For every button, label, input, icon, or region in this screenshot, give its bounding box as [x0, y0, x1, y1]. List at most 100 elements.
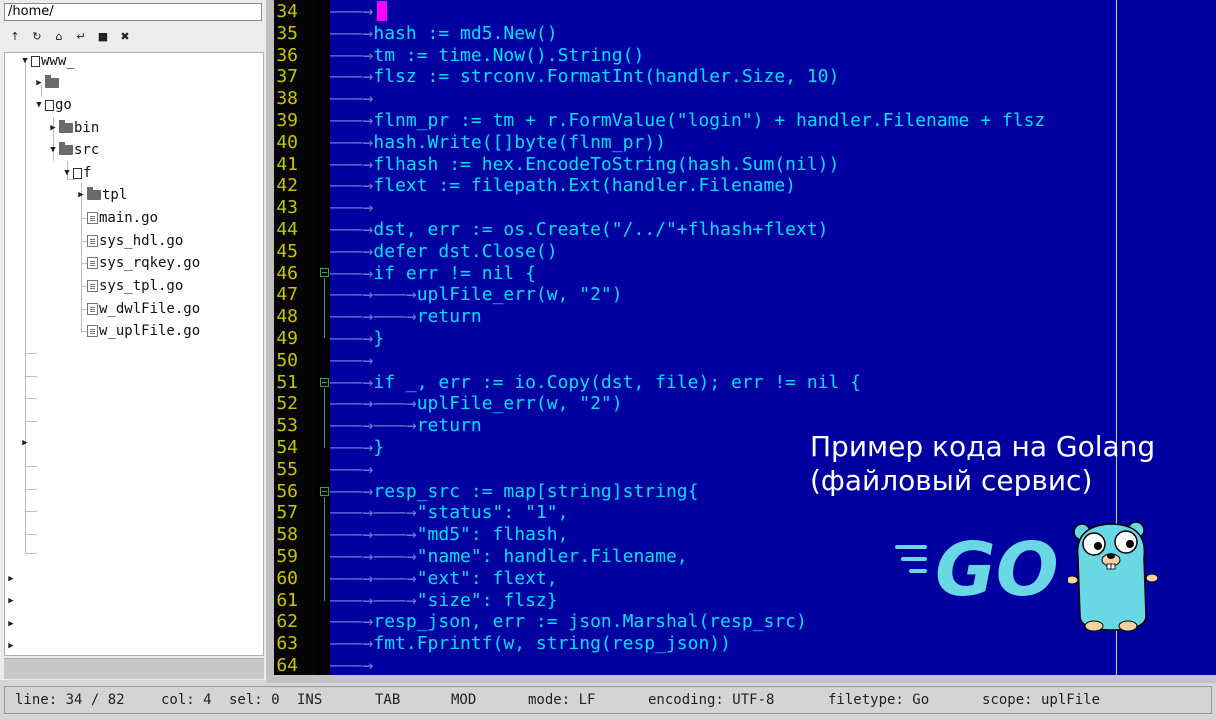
- line-number: 64: [276, 655, 298, 675]
- tree-node-bin[interactable]: ▶ bin: [47, 117, 99, 139]
- editor-scrollbar[interactable]: [266, 0, 274, 675]
- tree-node-collapsed[interactable]: ▶: [19, 432, 31, 454]
- tree-node-collapsed[interactable]: ▶: [5, 568, 17, 590]
- line-number: 63: [276, 633, 298, 655]
- code-line: ———→———→uplFile_err(w, "2"): [330, 393, 623, 415]
- code-line: ———→}: [330, 437, 384, 459]
- caption-line-1: Пример кода на Golang: [810, 430, 1156, 463]
- indent-guide: ———→: [330, 175, 374, 197]
- fold-toggle-icon[interactable]: [320, 378, 329, 387]
- caption-line-2: (файловый сервис): [810, 464, 1093, 497]
- collapsed-arrow-icon[interactable]: ▶: [5, 635, 17, 655]
- tree-file[interactable]: main.go: [87, 207, 158, 229]
- collapsed-arrow-icon[interactable]: ▶: [5, 590, 17, 612]
- code-text: return: [416, 306, 482, 328]
- folder-icon: [59, 142, 73, 155]
- line-number: 55: [276, 458, 298, 480]
- enter-icon[interactable]: ↵: [70, 26, 92, 46]
- folder-icon[interactable]: ■: [92, 26, 114, 46]
- expanded-arrow-icon[interactable]: ▼: [19, 53, 31, 72]
- line-number: 48: [276, 306, 298, 328]
- collapsed-arrow-icon[interactable]: ▶: [75, 184, 87, 206]
- line-number: 35: [276, 22, 298, 44]
- indent-guide: ———→———→: [330, 393, 417, 415]
- indent-guide: ———→: [330, 480, 374, 502]
- line-number: 37: [276, 66, 298, 88]
- line-number: 41: [276, 153, 298, 175]
- up-icon[interactable]: ↑: [4, 26, 26, 46]
- code-line: ———→———→"ext": flext,: [330, 568, 558, 590]
- code-text: "status": "1",: [416, 502, 569, 524]
- line-number: 58: [276, 524, 298, 546]
- line-number: 49: [276, 328, 298, 349]
- code-line: ———→fmt.Fprintf(w, string(resp_json)): [330, 633, 731, 655]
- status-encoding: encoding: UTF-8: [648, 692, 775, 708]
- tree-file-label: sys_hdl.go: [99, 233, 184, 249]
- refresh-icon[interactable]: ↻: [26, 26, 48, 46]
- close-icon[interactable]: ✖: [114, 26, 136, 46]
- code-text: "size": flsz}: [416, 589, 558, 611]
- home-icon[interactable]: ⌂: [48, 26, 70, 46]
- collapsed-arrow-icon[interactable]: ▶: [5, 613, 17, 635]
- collapsed-arrow-icon[interactable]: ▶: [47, 117, 59, 139]
- tree-node-collapsed[interactable]: ▶: [5, 635, 17, 655]
- expanded-arrow-icon[interactable]: ▼: [47, 139, 59, 161]
- tree-file-label: w_uplFile.go: [99, 323, 201, 339]
- tree-node-label: bin: [74, 120, 100, 136]
- expanded-arrow-icon[interactable]: ▼: [33, 94, 45, 116]
- tree-guide: [25, 376, 37, 377]
- status-mode: mode: LF: [528, 692, 596, 708]
- collapsed-arrow-icon[interactable]: ▶: [33, 72, 45, 94]
- line-number: 40: [276, 131, 298, 153]
- folder-icon: [59, 120, 73, 133]
- indent-guide: ———→: [330, 1, 374, 22]
- indent-guide: ———→: [330, 153, 374, 175]
- indent-guide: ———→: [330, 655, 374, 675]
- file-icon: [87, 235, 98, 247]
- fold-toggle-icon[interactable]: [320, 268, 329, 277]
- tree-file[interactable]: sys_hdl.go: [87, 230, 183, 252]
- tree-node-collapsed[interactable]: ▶: [5, 613, 17, 635]
- collapsed-arrow-icon[interactable]: ▶: [5, 568, 17, 590]
- tree-node-folder[interactable]: ▶: [33, 72, 60, 94]
- file-icon: [87, 325, 98, 337]
- tree-node-go[interactable]: ▼ go: [33, 94, 72, 116]
- tree-node-label: f: [83, 165, 92, 181]
- tree-guide: [25, 466, 37, 467]
- file-icon: [87, 280, 98, 292]
- tree-node-tpl[interactable]: ▶ tpl: [75, 184, 127, 206]
- line-number: 42: [276, 175, 298, 197]
- code-line: ———→defer dst.Close(): [330, 241, 558, 263]
- code-line: ———→hash := md5.New(): [330, 23, 558, 45]
- tree-file-label: w_dwlFile.go: [99, 301, 201, 317]
- line-number: 60: [276, 567, 298, 589]
- tree-node-src[interactable]: ▼ src: [47, 139, 99, 161]
- package-icon: [31, 55, 40, 67]
- path-input[interactable]: /home/: [4, 3, 262, 21]
- tree-file[interactable]: w_dwlFile.go: [87, 298, 200, 320]
- tree-node-collapsed[interactable]: ▶: [5, 590, 17, 612]
- collapsed-arrow-icon[interactable]: ▶: [19, 432, 31, 454]
- indent-guide: ———→———→: [330, 546, 417, 567]
- tree-file[interactable]: sys_rqkey.go: [87, 252, 200, 274]
- tree-guide: [25, 398, 37, 399]
- horizontal-scrollbar[interactable]: [4, 658, 264, 679]
- code-line: ———→: [330, 197, 373, 219]
- line-number: 47: [276, 284, 298, 306]
- code-line: ———→if _, err := io.Copy(dst, file); err…: [330, 372, 861, 394]
- go-logo: GO: [895, 527, 1059, 605]
- tree-node-f[interactable]: ▼ f: [61, 162, 91, 184]
- line-number: 53: [276, 415, 298, 437]
- code-text: uplFile_err(w, "2"): [416, 393, 623, 415]
- indent-guide: ———→: [330, 197, 374, 219]
- expanded-arrow-icon[interactable]: ▼: [61, 162, 73, 184]
- tree-node-label: src: [74, 142, 100, 158]
- indent-guide: ———→: [330, 219, 374, 240]
- editor-horizontal-scrollbar[interactable]: [266, 675, 1216, 683]
- tree-node-www[interactable]: ▼ www_: [19, 53, 74, 72]
- tree-file[interactable]: sys_tpl.go: [87, 275, 183, 297]
- fold-toggle-icon[interactable]: [320, 487, 329, 496]
- code-line: ———→: [330, 655, 373, 675]
- indent-guide: ———→: [330, 458, 374, 480]
- tree-file[interactable]: w_uplFile.go: [87, 320, 200, 342]
